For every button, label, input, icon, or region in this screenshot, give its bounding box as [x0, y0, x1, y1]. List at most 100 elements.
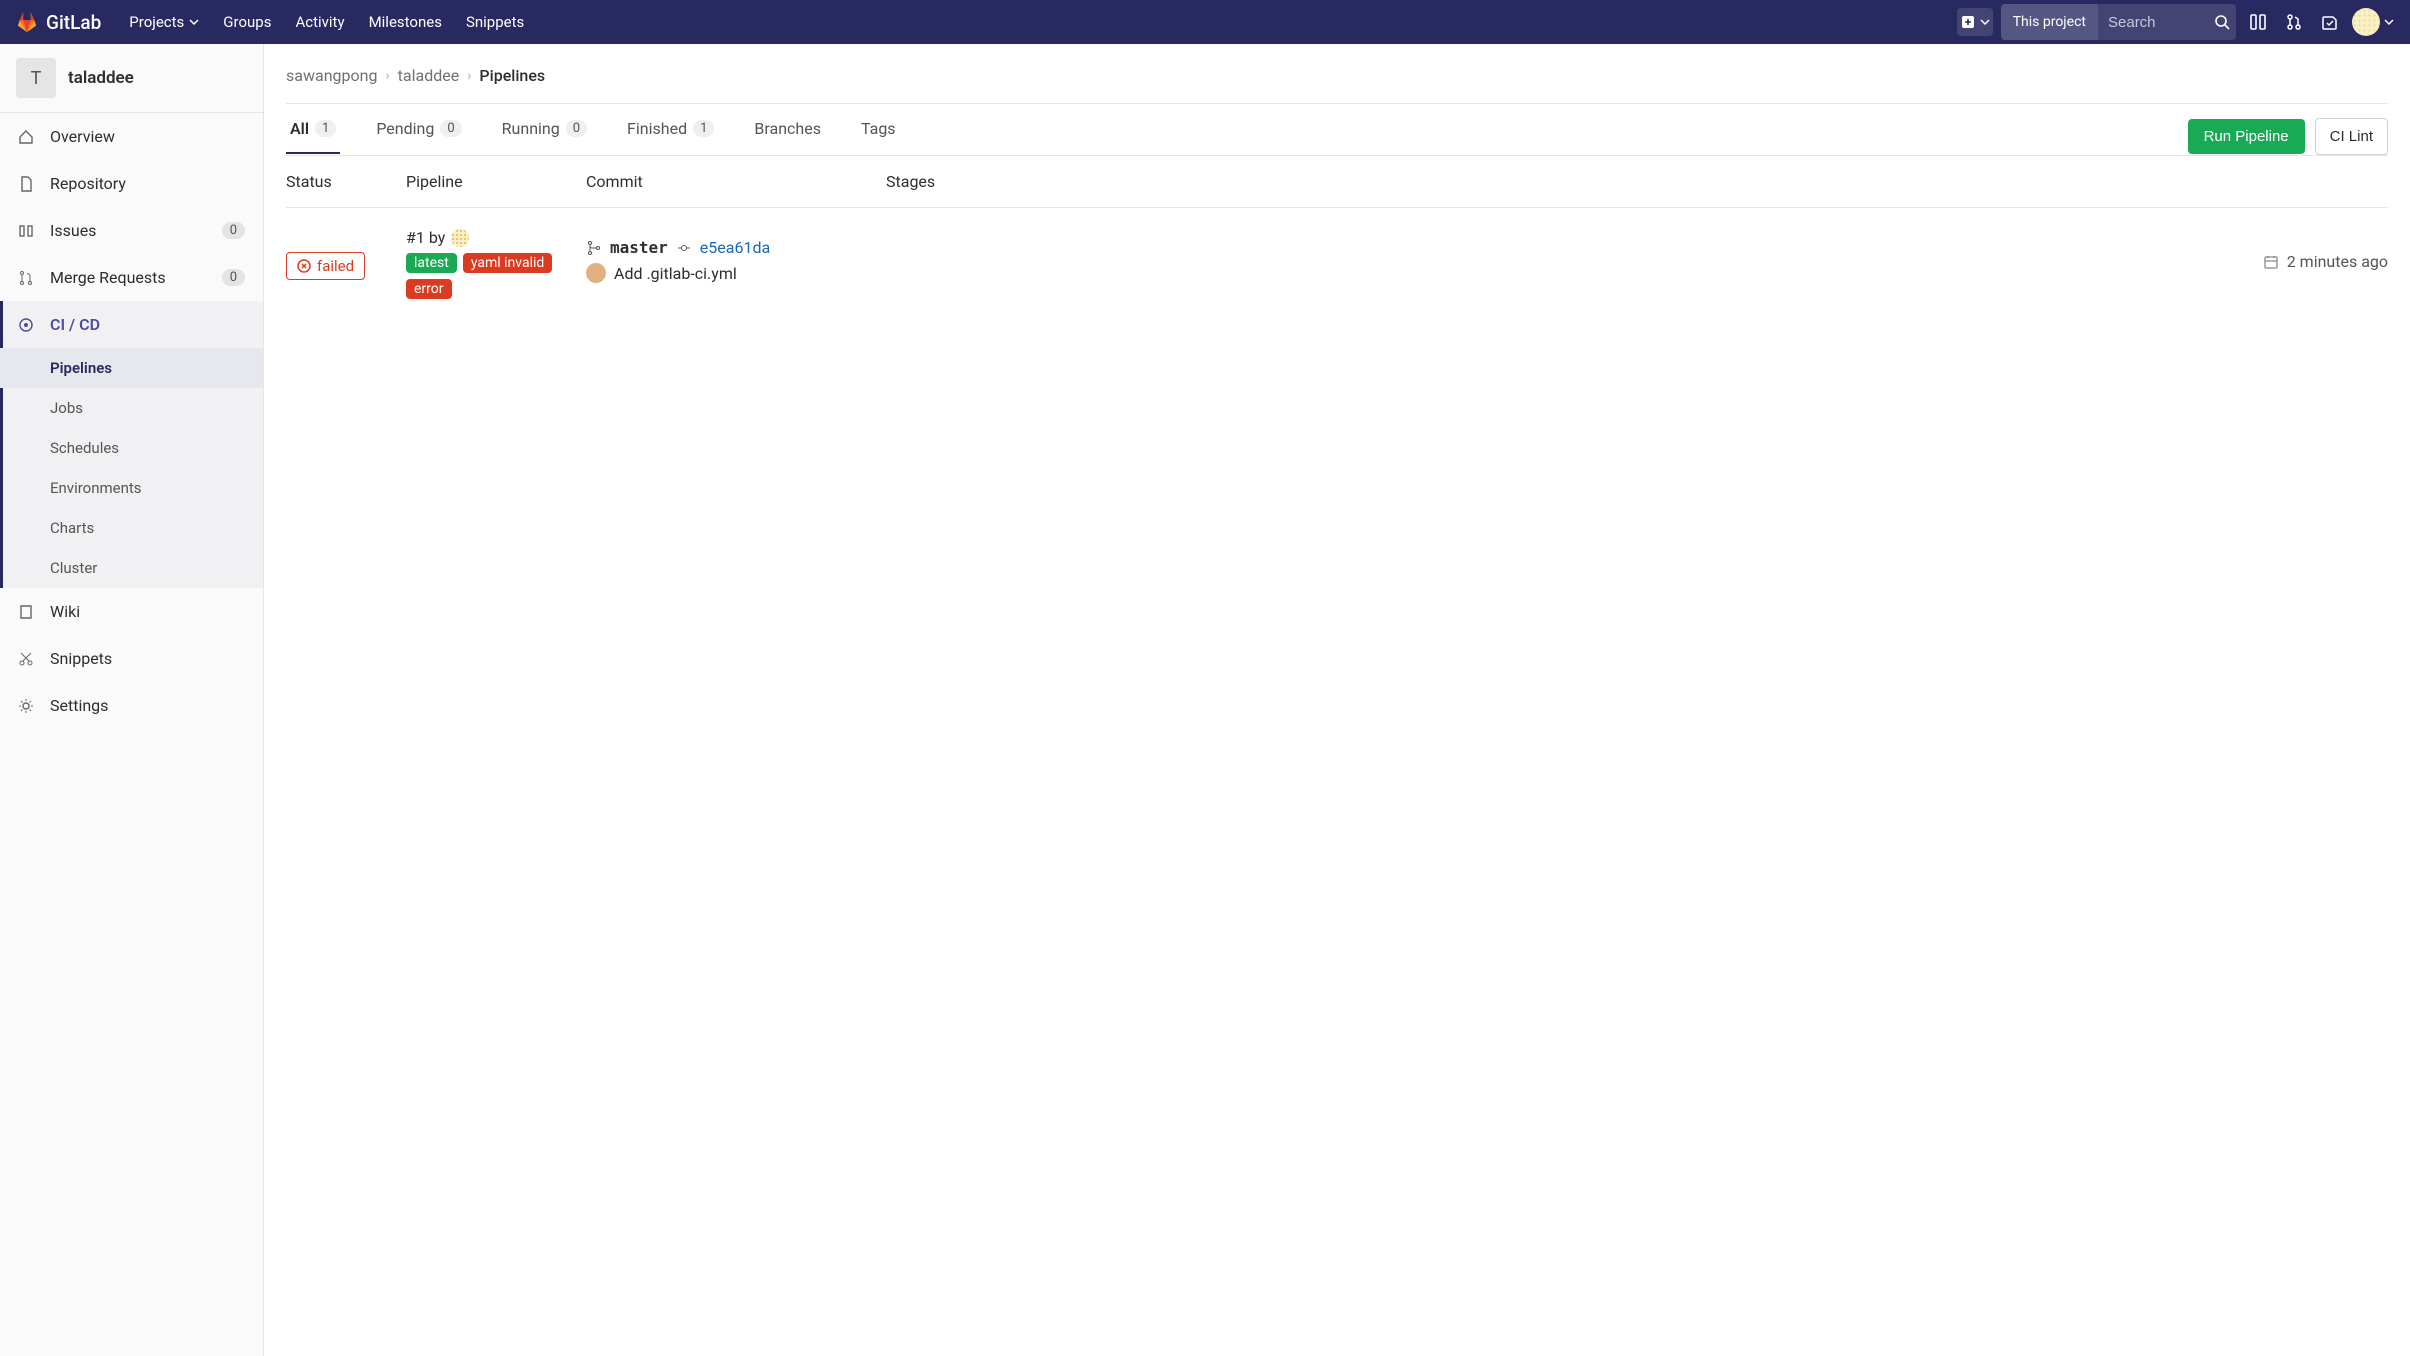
sidebar-item-label: Wiki [50, 602, 80, 621]
rocket-icon [18, 316, 36, 334]
todos-icon [2321, 13, 2339, 31]
breadcrumb-current: Pipelines [479, 66, 545, 85]
sidebar-item-snippets[interactable]: Snippets [0, 635, 263, 682]
sidebar-item-settings[interactable]: Settings [0, 682, 263, 729]
search-icon [2214, 14, 2230, 30]
breadcrumb-project[interactable]: taladdee [398, 66, 460, 85]
status-failed-icon [297, 259, 311, 273]
search-scope-dropdown[interactable]: This project [2001, 4, 2098, 40]
label-error: error [406, 279, 452, 299]
project-name: taladdee [68, 68, 134, 88]
chevron-right-icon: › [385, 68, 389, 84]
chevron-right-icon: › [467, 68, 471, 84]
search-input[interactable] [2098, 14, 2208, 31]
table-header: Status Pipeline Commit Stages [286, 156, 2388, 208]
user-avatar-icon [2352, 8, 2380, 36]
commit-message: Add .gitlab-ci.yml [614, 264, 737, 283]
sidebar-project-header[interactable]: T taladdee [0, 44, 263, 113]
tab-pending[interactable]: Pending0 [372, 119, 465, 154]
sidebar-item-issues[interactable]: Issues 0 [0, 207, 263, 254]
sidebar-item-wiki[interactable]: Wiki [0, 588, 263, 635]
run-pipeline-button[interactable]: Run Pipeline [2188, 119, 2305, 154]
board-icon [2249, 13, 2267, 31]
nav-link-milestones[interactable]: Milestones [357, 13, 454, 31]
home-icon [18, 128, 36, 146]
label-latest: latest [406, 253, 457, 273]
gitlab-icon [16, 11, 38, 33]
gear-icon [18, 697, 36, 715]
branch-icon [586, 240, 602, 256]
ci-lint-button[interactable]: CI Lint [2315, 118, 2388, 155]
merge-request-icon [18, 269, 36, 287]
tabs-row: All1 Pending0 Running0 Finished1 Branche… [286, 104, 2388, 156]
count-badge: 1 [315, 120, 336, 137]
sidebar-sub-jobs[interactable]: Jobs [0, 388, 263, 428]
table-row: failed #1 by latest yaml invalid error [286, 208, 2388, 319]
project-avatar: T [16, 58, 56, 98]
sidebar-sub-cluster[interactable]: Cluster [0, 548, 263, 588]
search-container: This project [2001, 4, 2236, 40]
chevron-down-icon [189, 17, 199, 27]
tab-branches[interactable]: Branches [750, 119, 825, 154]
branch-name[interactable]: master [610, 238, 668, 257]
issues-count-badge: 0 [222, 222, 245, 239]
sidebar-item-merge-requests[interactable]: Merge Requests 0 [0, 254, 263, 301]
sidebar-sub-pipelines[interactable]: Pipelines [0, 348, 263, 388]
sidebar-sub-charts[interactable]: Charts [0, 508, 263, 548]
tab-finished[interactable]: Finished1 [623, 119, 718, 154]
pipeline-time: 2 minutes ago [1086, 228, 2388, 271]
sidebar-sub-schedules[interactable]: Schedules [0, 428, 263, 468]
tab-tags[interactable]: Tags [857, 119, 900, 154]
th-pipeline: Pipeline [406, 172, 586, 191]
pipeline-triggerer-avatar-icon [451, 229, 469, 247]
count-badge: 1 [693, 120, 714, 137]
chevron-down-icon [2384, 17, 2394, 27]
count-badge: 0 [566, 120, 587, 137]
navbar-right: This project [1957, 4, 2394, 40]
status-text: failed [317, 257, 354, 275]
tab-all[interactable]: All1 [286, 119, 340, 154]
merge-request-icon [2285, 13, 2303, 31]
new-menu-button[interactable] [1957, 8, 1993, 36]
gitlab-logo[interactable]: GitLab [16, 11, 101, 34]
nav-link-snippets[interactable]: Snippets [454, 13, 536, 31]
search-button[interactable] [2208, 8, 2236, 36]
label-yaml-invalid: yaml invalid [463, 253, 552, 273]
nav-links: Projects Groups Activity Milestones Snip… [117, 13, 536, 31]
merge-requests-icon-button[interactable] [2280, 8, 2308, 36]
commit-author-avatar-icon [586, 263, 606, 283]
commit-sha-link[interactable]: e5ea61da [700, 238, 770, 257]
todos-icon-button[interactable] [2316, 8, 2344, 36]
th-commit: Commit [586, 172, 886, 191]
nav-link-projects[interactable]: Projects [117, 13, 211, 31]
sidebar-item-label: Repository [50, 174, 126, 193]
th-status: Status [286, 172, 406, 191]
commit-icon [676, 240, 692, 256]
sidebar-cicd-subgroup: Pipelines Jobs Schedules Environments Ch… [0, 348, 263, 588]
tab-running[interactable]: Running0 [498, 119, 591, 154]
sidebar-sub-environments[interactable]: Environments [0, 468, 263, 508]
user-menu-button[interactable] [2352, 8, 2394, 36]
sidebar-item-label: Settings [50, 696, 108, 715]
sidebar-item-label: CI / CD [50, 315, 100, 334]
sidebar-item-label: Snippets [50, 649, 112, 668]
issue-boards-icon-button[interactable] [2244, 8, 2272, 36]
mr-count-badge: 0 [222, 269, 245, 286]
book-icon [18, 603, 36, 621]
chevron-down-icon [1980, 17, 1990, 27]
scissors-icon [18, 650, 36, 668]
pipeline-id-link[interactable]: #1 by [406, 228, 586, 247]
sidebar-item-cicd[interactable]: CI / CD [0, 301, 263, 348]
nav-link-activity[interactable]: Activity [283, 13, 356, 31]
top-navbar: GitLab Projects Groups Activity Mileston… [0, 0, 2410, 44]
breadcrumb-owner[interactable]: sawangpong [286, 66, 377, 85]
nav-link-groups[interactable]: Groups [211, 13, 283, 31]
pipeline-tabs: All1 Pending0 Running0 Finished1 Branche… [286, 119, 900, 154]
project-sidebar: T taladdee Overview Repository Issues 0 … [0, 44, 264, 1356]
sidebar-item-label: Merge Requests [50, 268, 166, 287]
sidebar-item-label: Overview [50, 127, 115, 146]
sidebar-item-overview[interactable]: Overview [0, 113, 263, 160]
status-badge-failed[interactable]: failed [286, 252, 365, 280]
sidebar-item-repository[interactable]: Repository [0, 160, 263, 207]
time-text: 2 minutes ago [2287, 252, 2388, 271]
